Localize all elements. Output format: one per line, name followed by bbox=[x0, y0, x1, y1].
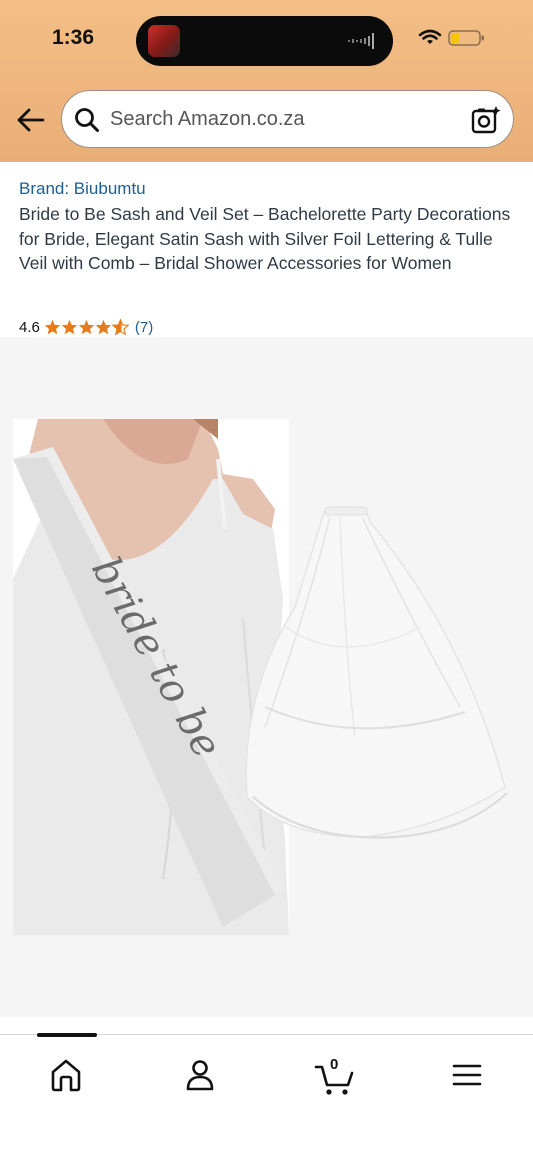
status-time: 1:36 bbox=[52, 26, 95, 49]
app-header: 1:36 bbox=[0, 0, 533, 162]
active-tab-indicator bbox=[37, 1033, 97, 1037]
bottom-navigation: 0 bbox=[0, 1033, 533, 1156]
search-input[interactable] bbox=[110, 91, 450, 147]
star-icon bbox=[61, 319, 78, 335]
dynamic-island[interactable] bbox=[136, 16, 393, 66]
product-image-carousel[interactable]: bride to be bbox=[0, 337, 533, 1017]
search-bar bbox=[0, 88, 533, 152]
home-icon[interactable] bbox=[46, 1055, 86, 1095]
menu-icon[interactable] bbox=[447, 1055, 487, 1095]
star-icon bbox=[95, 319, 112, 335]
star-rating bbox=[44, 319, 129, 335]
rating-row[interactable]: 4.6 (7) bbox=[19, 316, 153, 338]
now-playing-artwork bbox=[148, 25, 180, 57]
cart-button[interactable]: 0 bbox=[313, 1055, 357, 1099]
audio-wave-icon bbox=[348, 33, 374, 49]
star-icon bbox=[44, 319, 61, 335]
product-title: Bride to Be Sash and Veil Set – Bachelor… bbox=[19, 204, 511, 273]
brand-link[interactable]: Brand: Biubumtu bbox=[19, 179, 146, 199]
search-field[interactable] bbox=[61, 90, 514, 148]
review-count-link[interactable]: (7) bbox=[135, 319, 153, 336]
account-icon[interactable] bbox=[180, 1055, 220, 1095]
rating-value: 4.6 bbox=[19, 318, 40, 336]
wifi-icon bbox=[418, 29, 442, 44]
half-star-icon bbox=[111, 319, 129, 335]
search-icon bbox=[75, 108, 99, 132]
cart-count: 0 bbox=[330, 1056, 339, 1073]
camera-search-icon[interactable] bbox=[470, 104, 502, 136]
back-arrow-icon[interactable] bbox=[14, 104, 48, 136]
battery-icon bbox=[448, 30, 484, 46]
veil-product-image bbox=[245, 506, 508, 839]
star-icon bbox=[78, 319, 95, 335]
